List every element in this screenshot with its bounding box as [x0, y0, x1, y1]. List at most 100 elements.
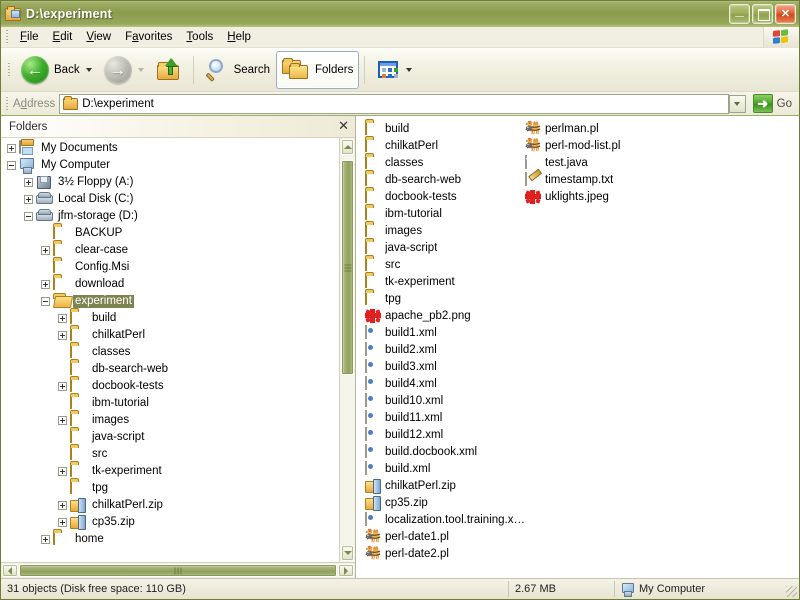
- address-dropdown-button[interactable]: [729, 95, 746, 113]
- tree-item[interactable]: chilkatPerl: [1, 327, 339, 344]
- menu-tools[interactable]: Tools: [179, 29, 220, 45]
- menu-file[interactable]: File: [13, 29, 46, 45]
- file-list-item[interactable]: tpg: [365, 291, 525, 308]
- minimize-button[interactable]: _: [729, 4, 750, 24]
- file-list-item[interactable]: build4.xml: [365, 376, 525, 393]
- expand-icon[interactable]: [58, 382, 67, 391]
- tree-vscroll-thumb[interactable]: [341, 160, 354, 375]
- toolbar-grip[interactable]: [5, 62, 13, 78]
- file-list-item[interactable]: build.xml: [365, 461, 525, 478]
- file-list-item[interactable]: docbook-tests: [365, 189, 525, 206]
- file-list-item[interactable]: build12.xml: [365, 427, 525, 444]
- go-button[interactable]: Go: [751, 93, 796, 115]
- expand-icon[interactable]: [41, 246, 50, 255]
- views-button[interactable]: [370, 51, 418, 89]
- file-list-item[interactable]: classes: [365, 155, 525, 172]
- file-list-item[interactable]: build3.xml: [365, 359, 525, 376]
- file-list-item[interactable]: cp35.zip: [365, 495, 525, 512]
- tree-item[interactable]: jfm-storage (D:): [1, 208, 339, 225]
- tree-item[interactable]: My Documents: [1, 140, 339, 157]
- tree-item[interactable]: Config.Msi: [1, 259, 339, 276]
- tree-item[interactable]: Local Disk (C:): [1, 191, 339, 208]
- tree-item[interactable]: home: [1, 531, 339, 548]
- expand-icon[interactable]: [24, 195, 33, 204]
- scroll-down-icon[interactable]: [341, 545, 354, 561]
- menu-view[interactable]: View: [79, 29, 118, 45]
- file-list-item[interactable]: build.docbook.xml: [365, 444, 525, 461]
- file-list-item[interactable]: apache_pb2.png: [365, 308, 525, 325]
- expand-icon[interactable]: [41, 280, 50, 289]
- file-list-item[interactable]: perl-mod-list.pl: [525, 138, 685, 155]
- collapse-icon[interactable]: [41, 297, 50, 306]
- address-grip[interactable]: [3, 96, 11, 112]
- tree-horizontal-scrollbar[interactable]: [1, 562, 355, 578]
- tree-hscroll-track[interactable]: [19, 563, 337, 578]
- file-list-item[interactable]: tk-experiment: [365, 274, 525, 291]
- file-list-item[interactable]: src: [365, 257, 525, 274]
- scroll-left-icon[interactable]: [2, 564, 18, 577]
- file-list-item[interactable]: chilkatPerl.zip: [365, 478, 525, 495]
- folders-tree[interactable]: My DocumentsMy Computer3½ Floppy (A:)Loc…: [1, 138, 339, 562]
- file-list-item[interactable]: uklights.jpeg: [525, 189, 685, 206]
- file-list-item[interactable]: build1.xml: [365, 325, 525, 342]
- tree-hscroll-thumb[interactable]: [19, 564, 337, 577]
- file-list-item[interactable]: localization.tool.training.xml: [365, 512, 525, 529]
- expand-icon[interactable]: [58, 416, 67, 425]
- file-list-item[interactable]: java-script: [365, 240, 525, 257]
- address-input[interactable]: D:\experiment: [59, 94, 728, 114]
- collapse-icon[interactable]: [7, 161, 16, 170]
- file-list-item[interactable]: build10.xml: [365, 393, 525, 410]
- tree-item[interactable]: experiment: [1, 293, 339, 310]
- expand-icon[interactable]: [58, 467, 67, 476]
- tree-item[interactable]: build: [1, 310, 339, 327]
- tree-item[interactable]: download: [1, 276, 339, 293]
- back-button[interactable]: ← Back: [15, 51, 98, 89]
- tree-item[interactable]: 3½ Floppy (A:): [1, 174, 339, 191]
- tree-item[interactable]: cp35.zip: [1, 514, 339, 531]
- menu-favorites[interactable]: Favorites: [118, 29, 179, 45]
- file-list-item[interactable]: timestamp.txt: [525, 172, 685, 189]
- file-list-item[interactable]: images: [365, 223, 525, 240]
- expand-icon[interactable]: [58, 331, 67, 340]
- tree-vertical-scrollbar[interactable]: [339, 138, 355, 562]
- views-dropdown-icon[interactable]: [406, 68, 412, 72]
- expand-icon[interactable]: [7, 144, 16, 153]
- tree-item[interactable]: images: [1, 412, 339, 429]
- file-list-item[interactable]: build2.xml: [365, 342, 525, 359]
- file-list-item[interactable]: perl-date1.pl: [365, 529, 525, 546]
- tree-item[interactable]: clear-case: [1, 242, 339, 259]
- file-list-item[interactable]: ibm-tutorial: [365, 206, 525, 223]
- close-button[interactable]: ✕: [775, 4, 796, 24]
- scroll-up-icon[interactable]: [341, 139, 354, 155]
- tree-vscroll-track[interactable]: [340, 156, 355, 544]
- tree-item[interactable]: tpg: [1, 480, 339, 497]
- tree-item[interactable]: db-search-web: [1, 361, 339, 378]
- scroll-right-icon[interactable]: [338, 564, 354, 577]
- menu-edit[interactable]: Edit: [46, 29, 80, 45]
- expand-icon[interactable]: [24, 178, 33, 187]
- file-list-item[interactable]: db-search-web: [365, 172, 525, 189]
- tree-item[interactable]: My Computer: [1, 157, 339, 174]
- tree-item[interactable]: docbook-tests: [1, 378, 339, 395]
- folders-button[interactable]: Folders: [276, 51, 359, 89]
- file-list-item[interactable]: chilkatPerl: [365, 138, 525, 155]
- menu-grip[interactable]: [3, 29, 11, 45]
- expand-icon[interactable]: [58, 501, 67, 510]
- tree-item[interactable]: java-script: [1, 429, 339, 446]
- menu-help[interactable]: Help: [220, 29, 258, 45]
- file-list-item[interactable]: perlman.pl: [525, 121, 685, 138]
- file-list-item[interactable]: perl-date2.pl: [365, 546, 525, 563]
- expand-icon[interactable]: [58, 314, 67, 323]
- folders-pane-close-icon[interactable]: ✕: [338, 121, 349, 133]
- resize-grip[interactable]: [785, 579, 799, 599]
- tree-item[interactable]: ibm-tutorial: [1, 395, 339, 412]
- tree-item[interactable]: tk-experiment: [1, 463, 339, 480]
- expand-icon[interactable]: [41, 535, 50, 544]
- file-list-item[interactable]: build11.xml: [365, 410, 525, 427]
- up-button[interactable]: [150, 51, 188, 89]
- file-list-item[interactable]: test.java: [525, 155, 685, 172]
- file-list[interactable]: buildchilkatPerlclassesdb-search-webdocb…: [357, 116, 799, 578]
- search-button[interactable]: Search: [199, 51, 276, 89]
- tree-item[interactable]: chilkatPerl.zip: [1, 497, 339, 514]
- expand-icon[interactable]: [58, 518, 67, 527]
